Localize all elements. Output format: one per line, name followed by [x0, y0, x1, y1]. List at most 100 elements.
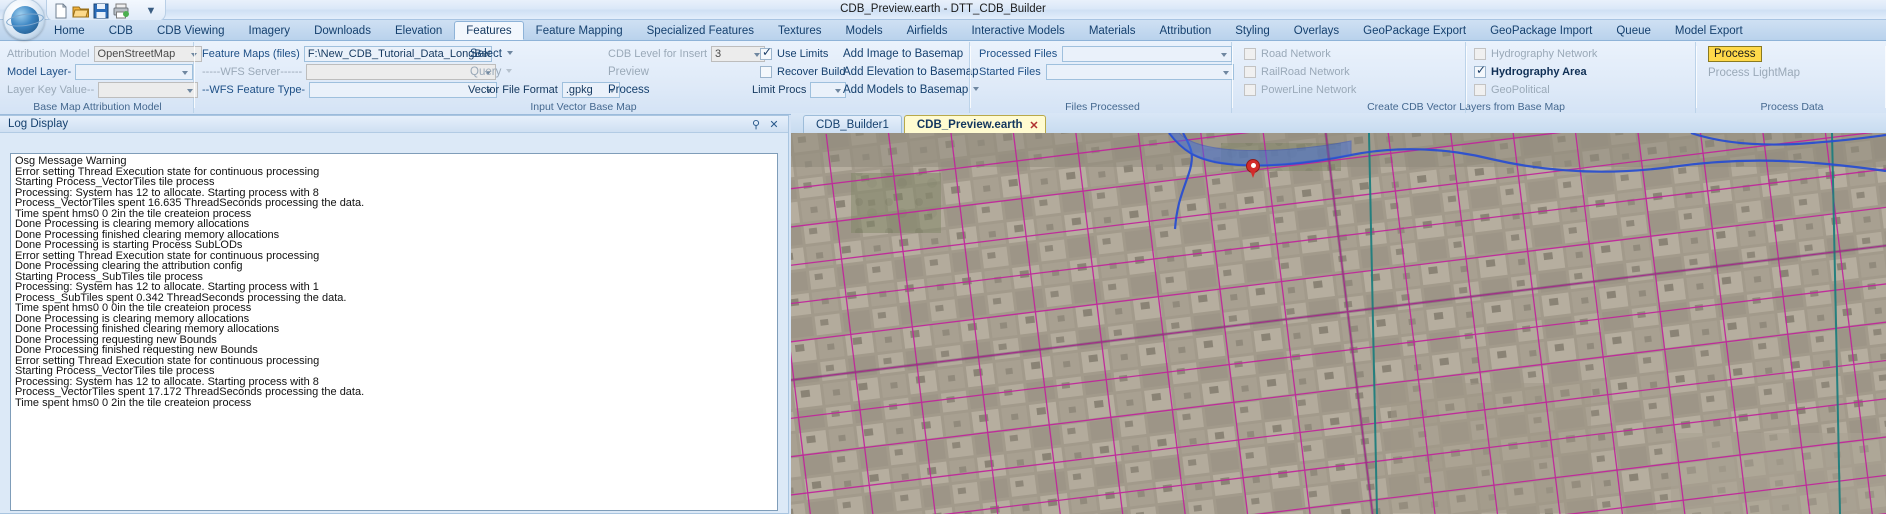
log-line: Process_VectorTiles spent 16.635 ThreadS…: [15, 197, 365, 209]
log-line: Starting Process_VectorTiles tile proces…: [15, 176, 215, 188]
document-tab-label: CDB_Builder1: [816, 119, 889, 131]
wfs-server-combo[interactable]: [306, 63, 497, 80]
query-dropdown-button[interactable]: Query: [470, 65, 513, 78]
checkbox-box: [1474, 83, 1486, 96]
ribbon-tab-styling[interactable]: Styling: [1223, 21, 1282, 40]
pin-dot: [1250, 163, 1256, 168]
ribbon-tab-cdb[interactable]: CDB: [97, 21, 145, 40]
ribbon-tab-label: Specialized Features: [646, 25, 755, 37]
ribbon-tab-cdb-viewing[interactable]: CDB Viewing: [145, 21, 237, 40]
ribbon-tab-airfields[interactable]: Airfields: [895, 21, 960, 40]
close-icon[interactable]: ✕: [768, 118, 780, 131]
limit-procs-label: Limit Procs: [752, 83, 807, 96]
started-files-combo[interactable]: [1045, 63, 1234, 80]
print-icon[interactable]: [112, 2, 130, 20]
map-location-pin[interactable]: [1246, 159, 1260, 179]
layer-checkbox-geopolitical[interactable]: GeoPolitical: [1474, 83, 1550, 96]
chevron-down-icon[interactable]: ▼: [142, 2, 160, 20]
checkbox-box: [1474, 64, 1486, 78]
layer-checkbox-powerline-network[interactable]: PowerLine Network: [1244, 83, 1357, 96]
ribbon-tab-geopackage-import[interactable]: GeoPackage Import: [1478, 21, 1604, 40]
ribbon-tab-label: Models: [845, 25, 883, 37]
layer-checkbox-road-network[interactable]: Road Network: [1244, 47, 1331, 60]
ribbon-tab-label: Features: [466, 25, 512, 37]
add-elevation-to-basemap-button[interactable]: Add Elevation to Basemap: [843, 66, 979, 78]
layer-checkbox-railroad-network[interactable]: RailRoad Network: [1244, 65, 1350, 78]
log-display-header: Log Display ⚲ ✕: [0, 116, 788, 133]
log-line: Done Processing is starting Process SubL…: [15, 239, 243, 251]
ribbon-tab-specialized-features[interactable]: Specialized Features: [635, 21, 766, 40]
open-folder-icon[interactable]: [72, 2, 90, 20]
checkbox-box: [760, 65, 772, 78]
ribbon-tab-home[interactable]: Home: [42, 21, 97, 40]
ribbon-tab-textures[interactable]: Textures: [766, 21, 833, 40]
add-models-to-basemap-button[interactable]: Add Models to Basemap: [843, 84, 980, 96]
started-files-label: Started Files: [979, 65, 1041, 78]
ribbon-tab-label: Model Export: [1674, 25, 1743, 37]
map-preview-view[interactable]: [791, 133, 1886, 514]
layer-checkbox-hydrography-network[interactable]: Hydrography Network: [1474, 47, 1598, 60]
quick-access-toolbar: ▼: [46, 0, 166, 22]
new-document-icon[interactable]: [52, 2, 70, 20]
chevron-down-icon: [506, 51, 513, 56]
limit-procs-combo[interactable]: [810, 81, 847, 98]
ribbon-tab-overlays[interactable]: Overlays: [1282, 21, 1351, 40]
application-orb-button[interactable]: [3, 0, 45, 40]
recover-build-checkbox[interactable]: Recover Build: [760, 65, 845, 78]
query-label: Query: [470, 65, 502, 78]
model-layer-combo[interactable]: [75, 63, 194, 80]
ribbon-tab-elevation[interactable]: Elevation: [383, 21, 454, 40]
log-line: Time spent hms0 0 0in the tile createion…: [15, 302, 252, 314]
document-tab-cdb-builder1[interactable]: CDB_Builder1: [803, 115, 902, 133]
process-data-button[interactable]: Process: [1708, 45, 1762, 62]
log-display-panel: Log Display ⚲ ✕ Osg Message Warning Error…: [0, 115, 789, 514]
layer-checkbox-hydrography-area[interactable]: Hydrography Area: [1474, 64, 1587, 78]
application-window: CDB_Preview.earth - DTT_CDB_Builder ▼ Ho…: [0, 0, 1886, 514]
layer-checkbox-label: PowerLine Network: [1261, 83, 1357, 96]
group-caption-input-vector-base-map: Input Vector Base Map: [530, 101, 637, 113]
preview-button[interactable]: Preview: [608, 66, 649, 78]
attribution-model-combo[interactable]: OpenStreetMap: [93, 45, 202, 62]
processed-files-combo[interactable]: [1062, 45, 1233, 62]
layer-key-value-combo[interactable]: [98, 81, 199, 98]
document-tab-label: CDB_Preview.earth: [916, 119, 1023, 131]
ribbon-tab-feature-mapping[interactable]: Feature Mapping: [524, 21, 635, 40]
ribbon-tab-models[interactable]: Models: [834, 21, 895, 40]
wfs-feature-type-label: --WFS Feature Type-: [202, 83, 306, 96]
ribbon-group-base-map-attribution-model: Attribution Model OpenStreetMap Model La…: [2, 42, 202, 113]
ribbon-tab-interactive-models[interactable]: Interactive Models: [959, 21, 1076, 40]
ribbon-tab-downloads[interactable]: Downloads: [302, 21, 383, 40]
ribbon-tab-attribution[interactable]: Attribution: [1147, 21, 1223, 40]
ribbon-tab-label: Materials: [1088, 25, 1136, 37]
group-caption-base-map-attribution: Base Map Attribution Model: [33, 101, 162, 113]
ribbon-tab-features[interactable]: Features: [454, 21, 524, 40]
log-text-area[interactable]: Osg Message Warning Error setting Thread …: [10, 153, 778, 511]
ribbon-tab-materials[interactable]: Materials: [1077, 21, 1148, 40]
pin-icon[interactable]: ⚲: [750, 118, 762, 131]
save-disk-icon[interactable]: [92, 2, 110, 20]
ribbon-tab-model-export[interactable]: Model Export: [1663, 21, 1755, 40]
add-image-to-basemap-button[interactable]: Add Image to Basemap: [843, 48, 963, 60]
checkbox-box: [1244, 47, 1256, 60]
ribbon-tab-queue[interactable]: Queue: [1604, 21, 1663, 40]
layer-checkbox-label: Hydrography Network: [1491, 47, 1598, 60]
log-line: Processing: System has 12 to allocate. S…: [15, 281, 319, 293]
ribbon-tab-label: Home: [54, 25, 85, 37]
document-tab-cdb-preview-earth[interactable]: CDB_Preview.earth ✕: [903, 115, 1046, 133]
processed-files-label: Processed Files: [979, 47, 1058, 60]
process-vector-button[interactable]: Process: [608, 84, 650, 96]
cdb-level-label: CDB Level for Insert: [608, 47, 708, 60]
ribbon-tab-imagery[interactable]: Imagery: [237, 21, 303, 40]
cdb-level-combo[interactable]: 3: [711, 45, 766, 62]
window-title: CDB_Preview.earth - DTT_CDB_Builder: [840, 3, 1046, 15]
ribbon-tab-label: Overlays: [1293, 25, 1340, 37]
use-limits-checkbox[interactable]: Use Limits: [760, 46, 828, 60]
ribbon-tab-label: Feature Mapping: [535, 25, 623, 37]
process-lightmap-button[interactable]: Process LightMap: [1708, 67, 1800, 79]
chevron-down-icon: [506, 69, 513, 74]
layer-checkbox-label: Road Network: [1261, 47, 1331, 60]
select-dropdown-button[interactable]: Select: [470, 48, 513, 60]
ribbon-tab-geopackage-export[interactable]: GeoPackage Export: [1351, 21, 1478, 40]
pin-tail: [1250, 170, 1256, 178]
feature-maps-combo[interactable]: F:\New_CDB_Tutorial_Data_LongBeach: [303, 45, 492, 62]
